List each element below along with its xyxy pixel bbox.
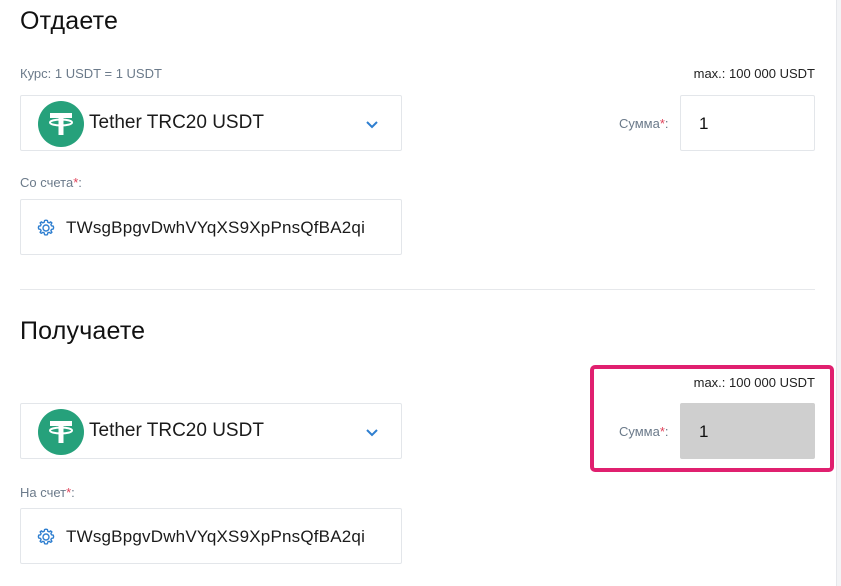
exchange-rate: Курс: 1 USDT = 1 USDT [20,66,162,81]
receive-currency-select[interactable]: Tether TRC20 USDT [20,403,402,459]
chevron-down-icon [366,429,378,437]
tether-icon [38,409,84,455]
gear-icon[interactable] [36,218,56,238]
receive-account-field[interactable]: TWsgBpgvDwhVYqXS9XpPnsQfBA2qi [20,508,402,564]
receive-account-label: На счет*: [20,485,75,500]
give-section-title: Отдаете [20,7,119,35]
give-currency-select[interactable]: Tether TRC20 USDT [20,95,402,151]
give-account-value: TWsgBpgvDwhVYqXS9XpPnsQfBA2qi [66,218,366,237]
tether-icon [38,101,84,147]
give-amount-value: 1 [699,114,709,133]
receive-amount-highlight [590,365,834,472]
exchange-form: Отдаете Курс: 1 USDT = 1 USDT max.: 100 … [0,0,837,586]
give-account-label: Со счета*: [20,175,82,190]
give-account-field[interactable]: TWsgBpgvDwhVYqXS9XpPnsQfBA2qi [20,199,402,255]
give-amount-input[interactable]: 1 [680,95,815,151]
chevron-down-icon [366,121,378,129]
section-divider [20,289,815,290]
receive-account-value: TWsgBpgvDwhVYqXS9XpPnsQfBA2qi [66,527,366,546]
give-amount-label: Сумма*: [619,116,669,131]
give-currency-label: Tether TRC20 USDT [89,112,264,133]
give-max-amount: max.: 100 000 USDT [693,66,815,81]
receive-section-title: Получаете [20,317,146,345]
gear-icon[interactable] [36,527,56,547]
receive-currency-label: Tether TRC20 USDT [89,420,264,441]
